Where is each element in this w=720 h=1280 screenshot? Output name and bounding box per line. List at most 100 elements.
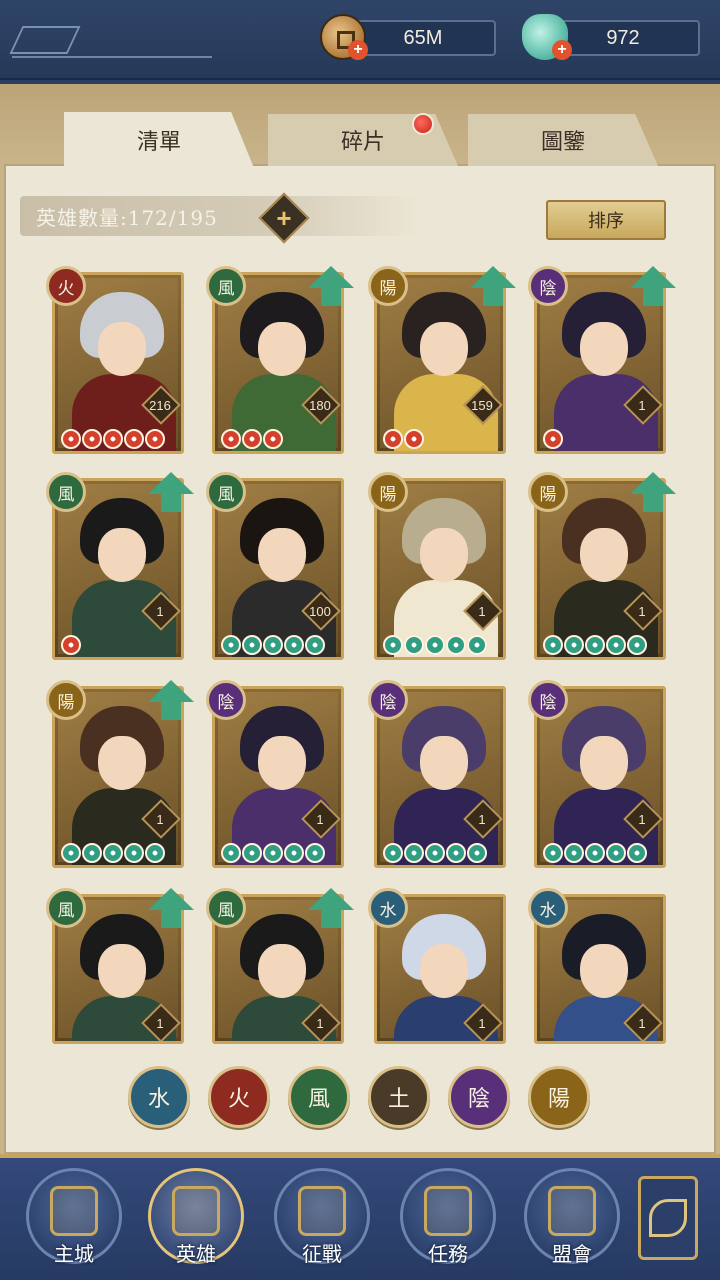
star-icon	[284, 843, 304, 863]
star-icon	[305, 635, 325, 655]
palace-icon	[50, 1186, 98, 1236]
nav-item-quest-book[interactable]: 任務	[400, 1168, 496, 1268]
star-icon	[383, 635, 403, 655]
upgrade-arrow-icon	[148, 888, 194, 928]
element-filter-button[interactable]: 土	[368, 1066, 430, 1128]
hero-level: 180	[309, 398, 331, 413]
hero-stars	[61, 635, 81, 655]
hero-face	[420, 944, 468, 998]
star-icon	[564, 635, 584, 655]
hero-level: 1	[316, 812, 324, 827]
war-scroll-icon	[298, 1186, 346, 1236]
star-icon	[606, 635, 626, 655]
element-filter-button[interactable]: 水	[128, 1066, 190, 1128]
element-badge: 陰	[206, 680, 246, 720]
hero-level: 1	[316, 1016, 324, 1031]
hero-face	[420, 528, 468, 582]
hero-face	[258, 736, 306, 790]
hero-face	[420, 736, 468, 790]
element-badge: 風	[46, 472, 86, 512]
element-filter-button[interactable]: 火	[208, 1066, 270, 1128]
star-icon	[263, 429, 283, 449]
upgrade-arrow-icon	[148, 472, 194, 512]
star-icon	[305, 843, 325, 863]
hero-level: 216	[149, 398, 171, 413]
hero-level: 1	[638, 604, 646, 619]
nav-label: 征戰	[302, 1242, 342, 1266]
element-badge: 陽	[46, 680, 86, 720]
alliance-pavilion-icon	[548, 1186, 596, 1236]
star-icon	[242, 843, 262, 863]
hero-stars	[61, 843, 165, 863]
hero-level: 1	[638, 1016, 646, 1031]
star-icon	[446, 843, 466, 863]
star-icon	[467, 843, 487, 863]
upgrade-arrow-icon	[630, 266, 676, 306]
flower-menu-icon[interactable]	[638, 1176, 698, 1260]
star-icon	[263, 843, 283, 863]
star-icon	[383, 843, 403, 863]
star-icon	[627, 635, 647, 655]
element-filter-button[interactable]: 陽	[528, 1066, 590, 1128]
hero-stars	[221, 843, 325, 863]
star-icon	[124, 843, 144, 863]
upgrade-arrow-icon	[470, 266, 516, 306]
element-badge: 風	[206, 888, 246, 928]
upgrade-arrow-icon	[308, 888, 354, 928]
hero-face	[98, 528, 146, 582]
hero-face	[258, 322, 306, 376]
star-icon	[425, 635, 445, 655]
hero-level: 1	[156, 812, 164, 827]
element-badge: 風	[46, 888, 86, 928]
hero-face	[258, 944, 306, 998]
hero-level: 1	[638, 398, 646, 413]
star-icon	[564, 843, 584, 863]
element-badge: 陽	[368, 266, 408, 306]
hero-level: 1	[478, 812, 486, 827]
element-badge: 風	[206, 266, 246, 306]
star-icon	[124, 429, 144, 449]
nav-item-palace[interactable]: 主城	[26, 1168, 122, 1268]
nav-item-war-scroll[interactable]: 征戰	[274, 1168, 370, 1268]
star-icon	[606, 843, 626, 863]
nav-label: 主城	[54, 1242, 94, 1266]
hero-level: 1	[156, 1016, 164, 1031]
upgrade-arrow-icon	[148, 680, 194, 720]
star-icon	[61, 843, 81, 863]
element-badge: 水	[368, 888, 408, 928]
star-icon	[145, 843, 165, 863]
hero-level: 1	[638, 812, 646, 827]
hero-stars	[543, 635, 647, 655]
star-icon	[145, 429, 165, 449]
hero-stars	[383, 843, 487, 863]
nav-item-hero-portrait[interactable]: 英雄	[148, 1168, 244, 1268]
upgrade-arrow-icon	[630, 472, 676, 512]
nav-item-alliance-pavilion[interactable]: 盟會	[524, 1168, 620, 1268]
hero-stars	[383, 635, 487, 655]
quest-book-icon	[424, 1186, 472, 1236]
star-icon	[284, 635, 304, 655]
hero-face	[580, 528, 628, 582]
hero-stars	[543, 429, 563, 449]
element-filter-button[interactable]: 陰	[448, 1066, 510, 1128]
hero-face	[420, 322, 468, 376]
star-icon	[61, 429, 81, 449]
hero-face	[258, 528, 306, 582]
star-icon	[103, 429, 123, 449]
upgrade-arrow-icon	[308, 266, 354, 306]
star-icon	[585, 843, 605, 863]
hero-level: 1	[156, 604, 164, 619]
star-icon	[627, 843, 647, 863]
hero-face	[98, 736, 146, 790]
star-icon	[585, 635, 605, 655]
hero-face	[98, 322, 146, 376]
hero-stars	[61, 429, 165, 449]
star-icon	[263, 635, 283, 655]
element-filter-button[interactable]: 風	[288, 1066, 350, 1128]
element-badge: 水	[528, 888, 568, 928]
star-icon	[425, 843, 445, 863]
element-filter-bar: 水火風土陰陽	[128, 1066, 598, 1130]
nav-label: 盟會	[552, 1242, 592, 1266]
element-badge: 火	[46, 266, 86, 306]
star-icon	[221, 429, 241, 449]
